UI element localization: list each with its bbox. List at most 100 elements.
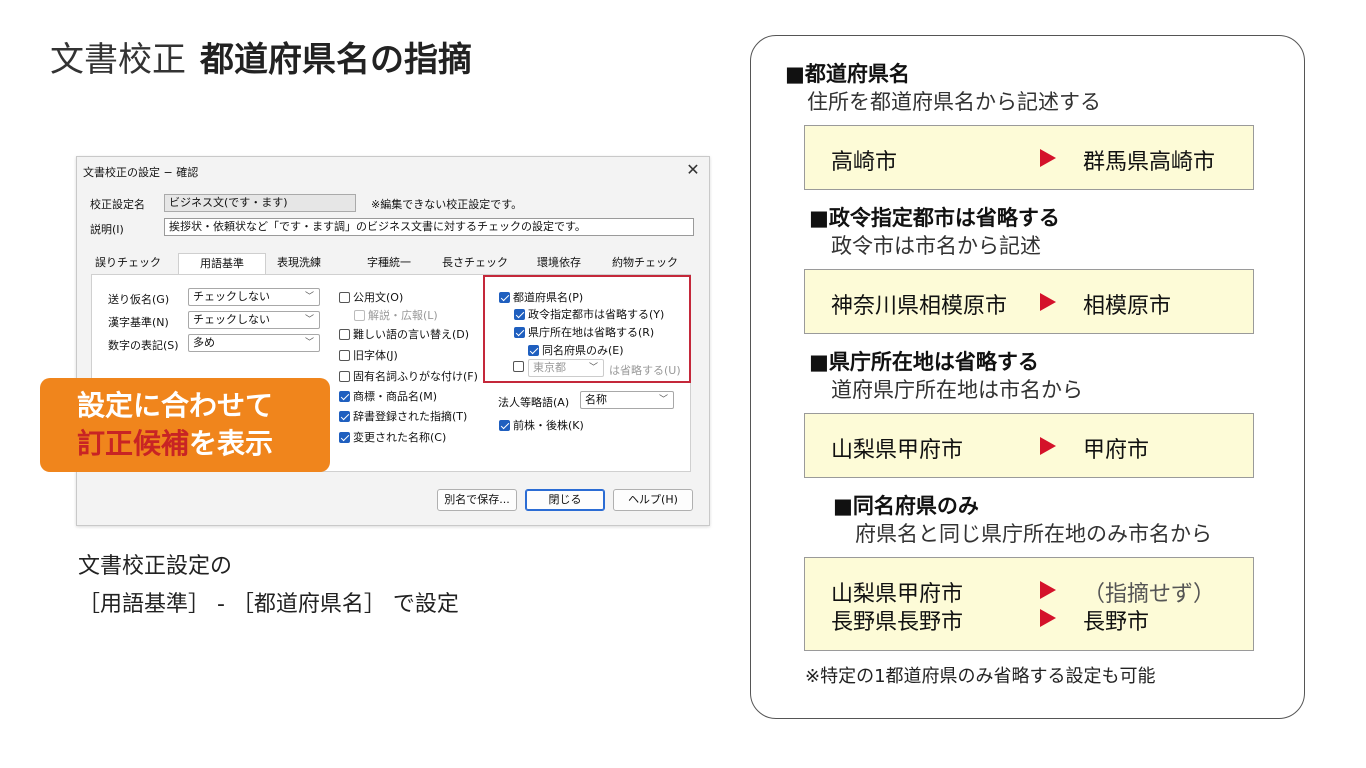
- profile-field: ビジネス文(です・ます): [164, 194, 356, 212]
- okurigana-value: チェックしない: [193, 290, 270, 303]
- checkbox-maekabu[interactable]: 前株・後株(K): [499, 417, 584, 433]
- okurigana-select[interactable]: チェックしない ﹀: [188, 288, 320, 306]
- callout-highlight: 訂正候補: [77, 427, 190, 460]
- kanji-value: チェックしない: [193, 313, 270, 326]
- number-label: 数字の表記(S): [108, 339, 179, 352]
- kanji-select[interactable]: チェックしない ﹀: [188, 311, 320, 329]
- desc-field[interactable]: 挨拶状・依頼状など「です・ます調」のビジネス文書に対するチェックの設定です。: [164, 218, 694, 236]
- profile-label: 校正設定名: [90, 198, 145, 211]
- checkbox-box: [339, 390, 350, 402]
- section-sub-designated: 政令市は市名から記述: [831, 234, 1041, 258]
- caption: 文書校正設定の ［用語基準］ - ［都道府県名］ で設定: [78, 548, 459, 624]
- tab-punctuation[interactable]: 約物チェック: [601, 253, 689, 275]
- callout-line1: 設定に合わせて: [77, 389, 274, 422]
- checkbox-official[interactable]: 公用文(O): [339, 289, 403, 305]
- checkbox-box: [339, 431, 350, 443]
- footnote: ※特定の1都道府県のみ省略する設定も可能: [805, 666, 1156, 687]
- chevron-down-icon: ﹀: [658, 395, 668, 405]
- checkbox-trademark[interactable]: 商標・商品名(M): [339, 388, 437, 404]
- example-box-designated: 神奈川県相模原市 相模原市: [804, 269, 1254, 334]
- example-box-prefecture: 高崎市 群馬県高崎市: [804, 125, 1254, 190]
- arrow-right-icon: [1040, 293, 1056, 311]
- help-button[interactable]: ヘルプ(H): [613, 489, 693, 511]
- example-from: 高崎市: [831, 150, 898, 175]
- tab-length[interactable]: 長さチェック: [433, 253, 517, 275]
- example-to: 相模原市: [1083, 294, 1172, 319]
- close-icon[interactable]: ✕: [685, 160, 701, 179]
- arrow-right-icon: [1040, 149, 1056, 167]
- caption-line2: ［用語基準］ - ［都道府県名］ で設定: [78, 592, 459, 617]
- section-sub-same-name: 府県名と同じ県庁所在地のみ市名から: [855, 522, 1212, 546]
- arrow-right-icon: [1040, 581, 1056, 599]
- corp-label: 法人等略語(A): [498, 396, 570, 409]
- profile-note: ※編集できない校正設定です。: [371, 198, 523, 211]
- section-head-prefecture: ■都道府県名: [785, 62, 910, 86]
- checkbox-box: [499, 419, 510, 431]
- chevron-down-icon: ﹀: [304, 315, 314, 325]
- checkbox-commentary[interactable]: 解説・広報(L): [354, 307, 438, 323]
- example-box-capital: 山梨県甲府市 甲府市: [804, 413, 1254, 478]
- checkbox-label: 難しい語の言い替え(D): [353, 328, 470, 341]
- tab-refine[interactable]: 表現洗練: [263, 253, 335, 275]
- example-from: 山梨県甲府市: [831, 438, 964, 463]
- chevron-down-icon: ﹀: [304, 292, 314, 302]
- checkbox-box: [339, 370, 350, 382]
- example-to: 長野市: [1083, 610, 1150, 635]
- checkbox-difficult-words[interactable]: 難しい語の言い替え(D): [339, 326, 469, 342]
- tab-terminology[interactable]: 用語基準: [178, 253, 266, 276]
- tab-errors[interactable]: 誤りチェック: [91, 253, 165, 275]
- prefecture-highlight-frame: [483, 275, 691, 383]
- example-to: 甲府市: [1083, 438, 1150, 463]
- title-light: 文書校正: [50, 40, 186, 80]
- corp-select[interactable]: 名称 ﹀: [580, 391, 674, 409]
- slide-title: 文書校正 都道府県名の指摘: [50, 32, 472, 81]
- checkbox-label: 商標・商品名(M): [353, 390, 438, 403]
- checkbox-dictionary[interactable]: 辞書登録された指摘(T): [339, 408, 467, 424]
- checkbox-box: [354, 309, 365, 321]
- caption-line1: 文書校正設定の: [78, 554, 233, 579]
- checkbox-label: 旧字体(J): [353, 349, 398, 362]
- kanji-label: 漢字基準(N): [108, 316, 169, 329]
- desc-label: 説明(I): [90, 223, 124, 236]
- dialog-title: 文書校正の設定 − 確認: [83, 166, 199, 179]
- number-select[interactable]: 多め ﹀: [188, 334, 320, 352]
- checkbox-label: 前株・後株(K): [513, 419, 584, 432]
- section-head-designated: ■政令指定都市は省略する: [809, 206, 1060, 230]
- number-value: 多め: [193, 336, 215, 349]
- section-head-capital: ■県庁所在地は省略する: [809, 350, 1039, 374]
- arrow-right-icon: [1040, 609, 1056, 627]
- checkbox-label: 解説・広報(L): [368, 309, 438, 322]
- checkbox-label: 固有名詞ふりがな付け(F): [353, 370, 478, 383]
- okurigana-label: 送り仮名(G): [108, 293, 170, 306]
- callout-badge: 設定に合わせて 訂正候補を表示: [40, 378, 330, 472]
- checkbox-furigana[interactable]: 固有名詞ふりがな付け(F): [339, 368, 478, 384]
- tab-environment[interactable]: 環境依存: [519, 253, 599, 275]
- title-bold: 都道府県名の指摘: [200, 40, 472, 80]
- callout-rest: を表示: [189, 427, 274, 460]
- explanation-panel: ■都道府県名 住所を都道府県名から記述する 高崎市 群馬県高崎市 ■政令指定都市…: [750, 35, 1305, 719]
- checkbox-box: [339, 349, 350, 361]
- example-to: 群馬県高崎市: [1083, 150, 1216, 175]
- example-from: 長野県長野市: [831, 610, 964, 635]
- example-box-same-name: 山梨県甲府市 （指摘せず） 長野県長野市 長野市: [804, 557, 1254, 651]
- section-sub-prefecture: 住所を都道府県名から記述する: [807, 90, 1101, 114]
- corp-value: 名称: [585, 393, 607, 406]
- tab-strip: 誤りチェック 用語基準 表現洗練 字種統一 長さチェック 環境依存 約物チェック: [91, 253, 691, 276]
- chevron-down-icon: ﹀: [304, 338, 314, 348]
- callout-line2: 訂正候補を表示: [77, 425, 330, 463]
- section-sub-capital: 道府県庁所在地は市名から: [831, 378, 1083, 402]
- checkbox-box: [339, 291, 350, 303]
- save-as-button[interactable]: 別名で保存...: [437, 489, 517, 511]
- checkbox-box: [339, 328, 350, 340]
- arrow-right-icon: [1040, 437, 1056, 455]
- tab-charset[interactable]: 字種統一: [349, 253, 429, 275]
- checkbox-label: 辞書登録された指摘(T): [353, 410, 468, 423]
- checkbox-label: 変更された名称(C): [353, 431, 447, 444]
- checkbox-renamed[interactable]: 変更された名称(C): [339, 429, 446, 445]
- close-button[interactable]: 閉じる: [525, 489, 605, 511]
- section-head-same-name: ■同名府県のみ: [833, 494, 979, 518]
- checkbox-label: 公用文(O): [353, 291, 404, 304]
- example-from: 神奈川県相模原市: [831, 294, 1008, 319]
- checkbox-box: [339, 410, 350, 422]
- checkbox-old-kanji[interactable]: 旧字体(J): [339, 347, 398, 363]
